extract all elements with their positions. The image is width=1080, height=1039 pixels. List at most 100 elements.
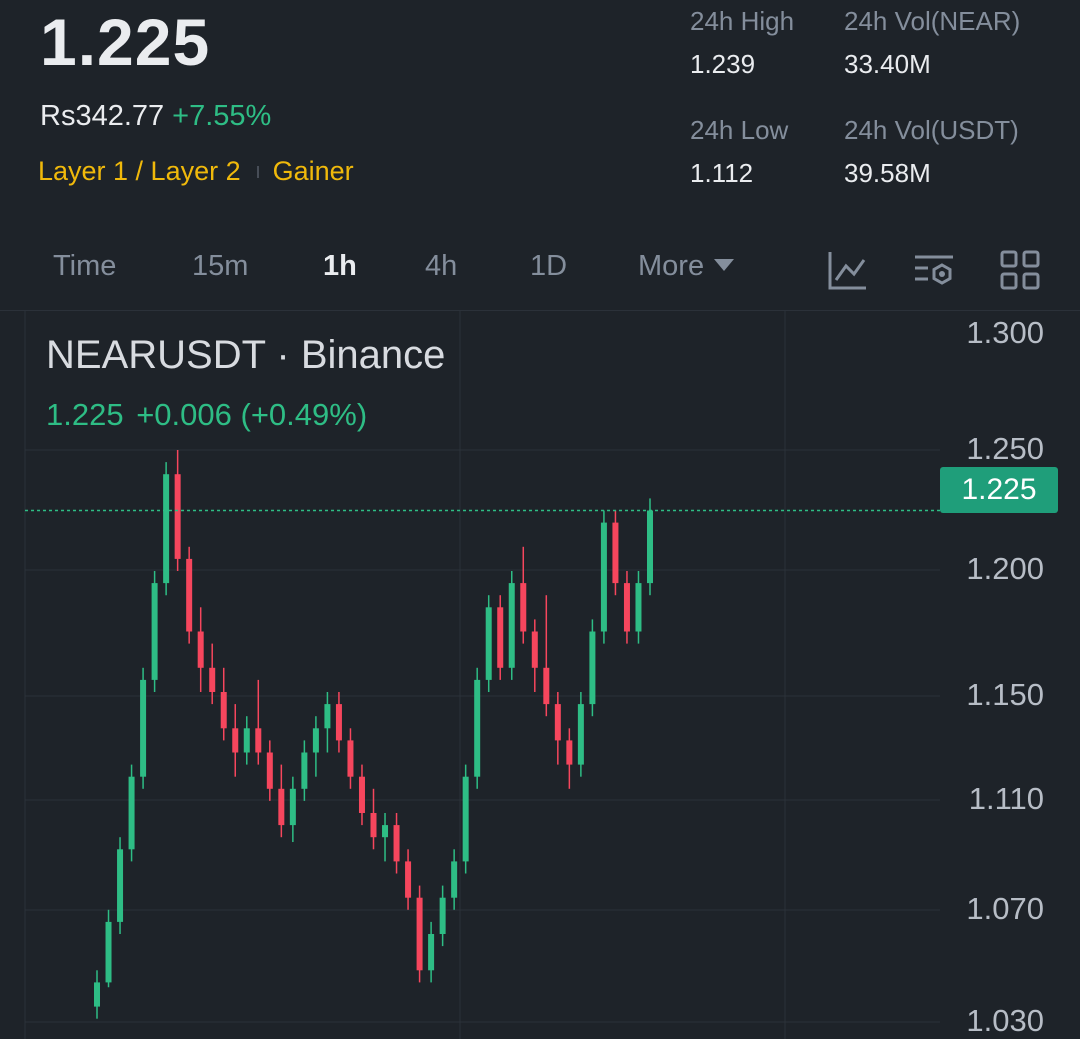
legend-change: +0.006 (+0.49%) (136, 397, 368, 432)
candle-body (117, 849, 124, 922)
interval-tabs: Time 15m 1h 4h 1D More (0, 230, 1080, 311)
candle (232, 704, 239, 777)
tab-1h[interactable]: 1h (323, 250, 357, 283)
candle-body (589, 631, 596, 705)
tag-divider (256, 165, 259, 178)
candle-series (94, 450, 653, 1019)
last-price: 1.225 (40, 5, 211, 79)
candle-body (405, 861, 412, 898)
candle (324, 692, 331, 753)
tab-time[interactable]: Time (53, 250, 116, 283)
candle-body (497, 607, 504, 668)
price-tick-label: 1.250 (966, 431, 1044, 466)
candle (209, 643, 216, 705)
candle (358, 764, 365, 826)
candle (255, 679, 262, 765)
candle-body (520, 583, 527, 632)
ticker-header: 1.225 Rs342.77 +7.55% Layer 1 / Layer 2 G… (0, 0, 1080, 230)
stat-value: 39.58M (844, 158, 931, 188)
candle (347, 728, 354, 789)
candle-body (151, 583, 158, 680)
candle (623, 571, 630, 644)
candle (543, 595, 550, 717)
candle-body (554, 704, 561, 741)
indicator-line-icon[interactable] (826, 248, 870, 292)
stat-label: 24h Vol(USDT) (844, 115, 1019, 145)
candle (289, 776, 296, 843)
candle (439, 885, 446, 947)
stat-label: 24h Vol(NEAR) (844, 6, 1021, 36)
candle-body (209, 667, 216, 692)
candle-body (347, 740, 354, 777)
candle (474, 667, 481, 789)
candle (508, 571, 515, 680)
candle-body (600, 522, 607, 632)
candle-body (312, 728, 319, 753)
candle (128, 764, 135, 862)
category-tag-gainer[interactable]: Gainer (273, 156, 354, 187)
candle (462, 764, 469, 874)
tag-row: Layer 1 / Layer 2 Gainer (38, 156, 354, 187)
candle-body (543, 667, 550, 705)
candle-body (163, 474, 170, 584)
candle (370, 788, 377, 850)
candle (566, 728, 573, 789)
candle-body (577, 704, 584, 765)
candle-body (266, 752, 273, 789)
candle-body (439, 897, 446, 934)
candlestick-chart[interactable]: NEARUSDT · Binance 1.225 +0.006 (+0.49%)… (0, 311, 1080, 1039)
price-subrow: Rs342.77 +7.55% (40, 100, 271, 133)
candle-body (289, 788, 296, 826)
chart-settings-icon[interactable] (912, 248, 956, 292)
candle-body (94, 982, 100, 1007)
tab-15m[interactable]: 15m (192, 250, 248, 283)
candle (428, 921, 435, 983)
candle (140, 667, 147, 789)
tab-4h[interactable]: 4h (425, 250, 457, 283)
candle-body (393, 825, 400, 862)
candle (451, 849, 458, 910)
stat-24h-high: 24h High 1.239 (690, 6, 794, 80)
candle (94, 970, 100, 1019)
candle (278, 764, 285, 838)
candle-body (635, 583, 642, 632)
price-tick-label: 1.200 (966, 551, 1044, 586)
candle (312, 716, 319, 777)
candle-body (174, 474, 181, 559)
candle-body (382, 825, 389, 838)
candle-body (462, 776, 469, 862)
candle-body (358, 776, 365, 813)
candle-body (428, 934, 435, 971)
stat-value: 1.239 (690, 49, 756, 79)
candle (105, 909, 112, 988)
candle (416, 885, 423, 983)
candle-body (278, 788, 285, 826)
price-tick-label: 1.110 (968, 781, 1044, 816)
candle-body (140, 679, 147, 777)
candle (382, 813, 389, 862)
candle-body (508, 583, 515, 668)
candle-body (566, 740, 573, 765)
grid-layout-icon[interactable] (998, 248, 1042, 292)
candle (151, 571, 158, 692)
candle (266, 740, 273, 801)
candle (301, 740, 308, 801)
candle-body (220, 692, 227, 729)
stat-24h-low: 24h Low 1.112 (690, 115, 788, 189)
candle (497, 595, 504, 680)
tab-1d[interactable]: 1D (530, 250, 567, 283)
candle-body (612, 522, 619, 584)
candle-body (255, 728, 262, 753)
category-tag-layer[interactable]: Layer 1 / Layer 2 (38, 156, 241, 187)
tab-more[interactable]: More (638, 250, 735, 283)
candle (531, 619, 538, 692)
candle (600, 510, 607, 644)
price-tick-label: 1.150 (966, 677, 1044, 712)
current-price-tag: 1.225 (940, 467, 1058, 513)
candle-body (370, 813, 377, 838)
local-currency-price: Rs342.77 (40, 100, 165, 132)
candle (554, 692, 561, 765)
candle-body (324, 704, 331, 729)
stat-24h-vol-near: 24h Vol(NEAR) 33.40M (844, 6, 1020, 80)
stat-label: 24h Low (690, 115, 789, 145)
